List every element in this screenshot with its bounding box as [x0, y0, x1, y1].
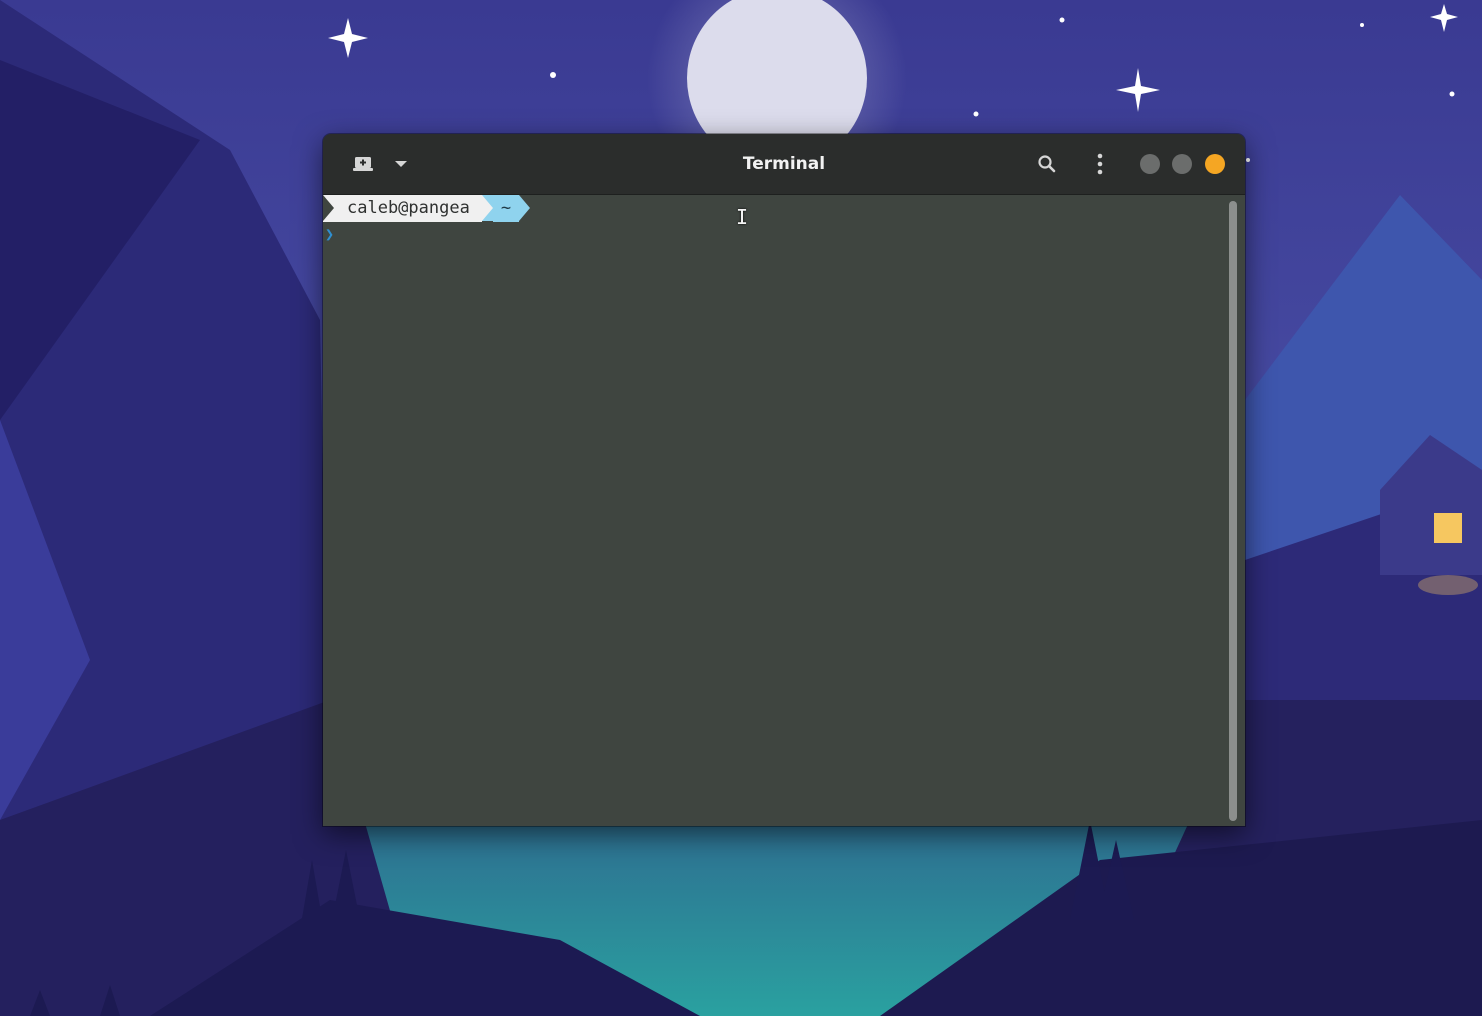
terminal-window: Terminal caleb@pangea ~ ❯: [323, 134, 1245, 826]
prompt-end-icon: [519, 195, 531, 221]
shell-prompt: caleb@pangea ~: [323, 195, 531, 222]
terminal-output[interactable]: caleb@pangea ~ ❯: [323, 195, 1245, 826]
search-button[interactable]: [1031, 148, 1063, 180]
window-title: Terminal: [742, 154, 826, 174]
vertical-dots-icon: [1097, 153, 1103, 175]
search-icon: [1038, 155, 1056, 173]
tab-menu-button[interactable]: [385, 148, 417, 180]
chevron-down-icon: [395, 161, 407, 167]
prompt-char: ❯: [325, 225, 335, 243]
prompt-user-segment: caleb@pangea: [323, 195, 482, 222]
headerbar: Terminal: [323, 134, 1245, 195]
maximize-button[interactable]: [1172, 154, 1192, 174]
new-terminal-tab-icon: [353, 157, 373, 171]
text-cursor-icon: I: [736, 205, 749, 229]
minimize-button[interactable]: [1140, 154, 1160, 174]
desktop: Terminal caleb@pangea ~ ❯ I: [0, 0, 1482, 1016]
close-button[interactable]: [1205, 154, 1225, 174]
prompt-dir-segment: ~: [492, 195, 520, 222]
scrollbar[interactable]: [1229, 201, 1237, 821]
menu-button[interactable]: [1084, 148, 1116, 180]
new-tab-button[interactable]: [347, 148, 379, 180]
prompt-separator-icon: [481, 195, 493, 221]
